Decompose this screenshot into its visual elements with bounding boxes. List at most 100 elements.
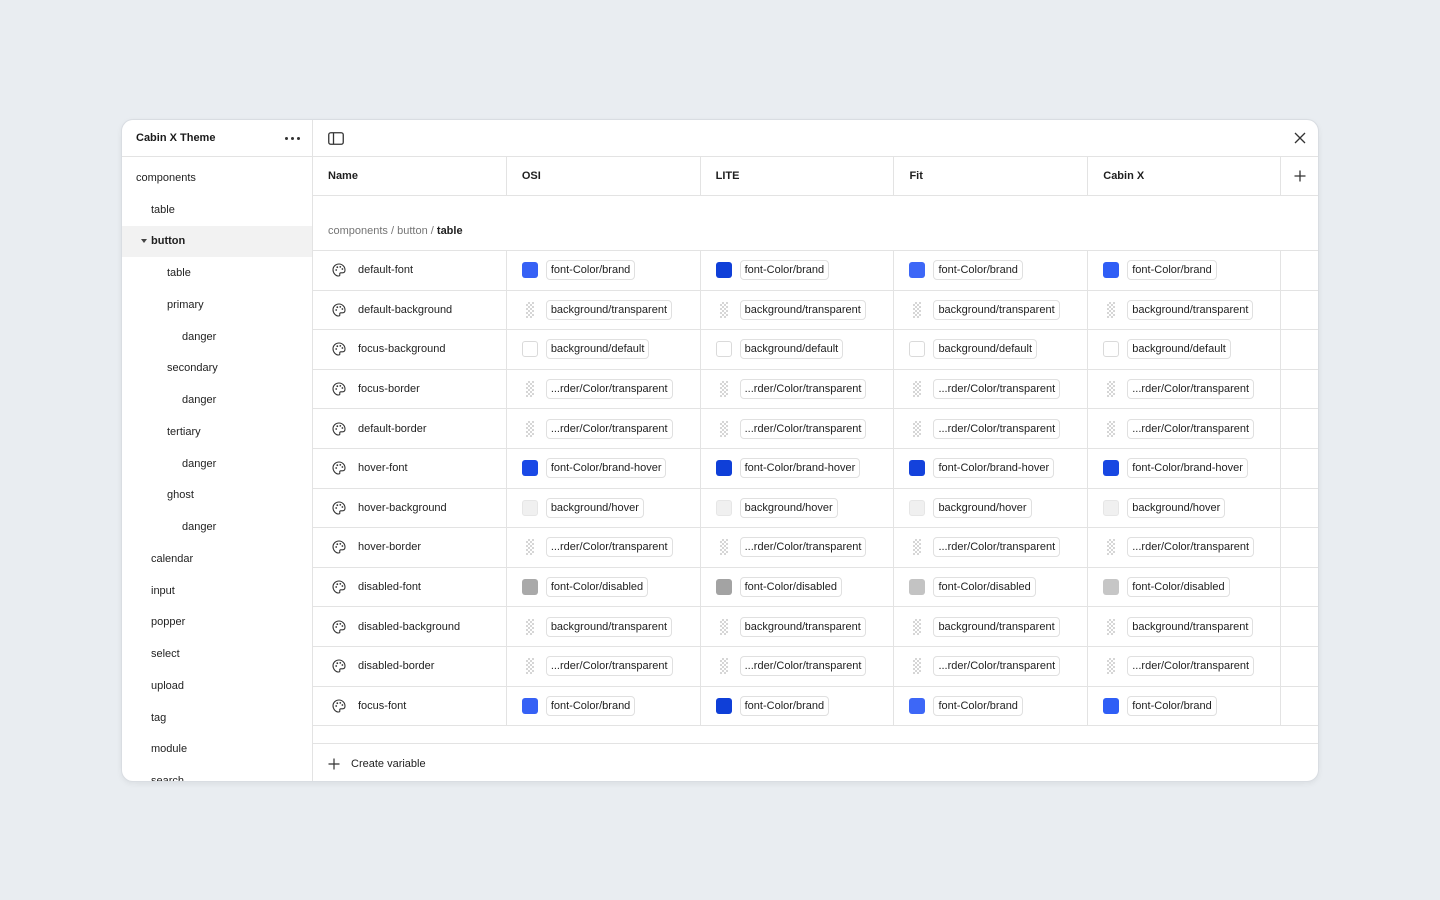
variable-name-cell[interactable]: hover-font [313,448,507,488]
alias-pill[interactable]: ...rder/Color/transparent [739,537,867,558]
variable-value-cell[interactable]: font-Color/disabled [701,567,895,607]
variable-name-cell[interactable]: default-font [313,251,507,290]
variable-value-cell[interactable]: background/transparent [507,290,701,330]
table-row[interactable]: focus-background background/default backgr… [313,330,1318,370]
variable-value-cell[interactable]: font-Color/disabled [507,567,701,607]
alias-pill[interactable]: ...rder/Color/transparent [1127,537,1255,558]
variable-value-cell[interactable]: background/transparent [701,290,895,330]
tree-item[interactable]: input [122,575,312,607]
variable-value-cell[interactable]: font-Color/brand [701,686,895,726]
more-horizontal-icon[interactable] [281,133,304,144]
tree-item[interactable]: primary [122,289,312,321]
color-swatch[interactable] [1103,499,1120,516]
table-row[interactable]: disabled-border ...rder/Color/transparent… [313,646,1318,687]
variable-value-cell[interactable]: font-Color/brand-hover [701,448,895,488]
alias-pill[interactable]: font-Color/brand [739,695,830,716]
alias-pill[interactable]: font-Color/brand [545,695,636,716]
alias-pill[interactable]: font-Color/disabled [545,577,649,598]
variable-name-cell[interactable]: disabled-border [313,646,507,686]
color-swatch[interactable] [715,499,732,516]
variable-name-cell[interactable]: disabled-background [313,607,507,646]
color-swatch[interactable] [715,579,732,596]
transparent-swatch-icon[interactable] [1103,381,1119,398]
alias-pill[interactable]: font-Color/disabled [1127,577,1230,598]
variable-value-cell[interactable]: font-Color/brand [1088,686,1282,726]
variable-value-cell[interactable]: background/transparent [701,607,895,646]
create-variable-button[interactable]: Create variable [313,743,1318,781]
variable-value-cell[interactable]: background/default [894,330,1089,369]
variable-value-cell[interactable]: font-Color/brand [894,686,1089,726]
variable-value-cell[interactable]: font-Color/brand [507,686,701,726]
transparent-swatch-icon[interactable] [716,420,732,437]
column-header-mode[interactable]: OSI [507,157,701,195]
tree-item[interactable]: ghost [122,480,312,512]
alias-pill[interactable]: ...rder/Color/transparent [739,379,867,400]
transparent-swatch-icon[interactable] [1103,301,1119,318]
color-swatch[interactable] [909,341,926,358]
color-swatch[interactable] [521,499,538,516]
variable-value-cell[interactable]: font-Color/brand-hover [1088,448,1282,488]
alias-pill[interactable]: font-Color/brand-hover [933,458,1055,479]
variable-name-cell[interactable]: focus-border [313,369,507,409]
breadcrumb-item[interactable]: components [328,225,388,237]
color-swatch[interactable] [909,697,926,714]
alias-pill[interactable]: background/transparent [933,299,1060,320]
alias-pill[interactable]: font-Color/brand [739,260,830,281]
tree-item[interactable]: components [122,162,312,194]
close-icon[interactable] [1294,132,1306,144]
transparent-swatch-icon[interactable] [909,420,925,437]
variable-value-cell[interactable]: ...rder/Color/transparent [1088,528,1282,567]
variable-value-cell[interactable]: font-Color/disabled [894,567,1089,607]
variable-value-cell[interactable]: background/transparent [894,290,1089,330]
alias-pill[interactable]: background/transparent [933,616,1060,637]
color-swatch[interactable] [521,341,538,358]
transparent-swatch-icon[interactable] [909,658,925,675]
variable-value-cell[interactable]: ...rder/Color/transparent [507,646,701,686]
transparent-swatch-icon[interactable] [716,539,732,556]
transparent-swatch-icon[interactable] [1103,420,1119,437]
transparent-swatch-icon[interactable] [716,381,732,398]
variable-value-cell[interactable]: ...rder/Color/transparent [1088,369,1282,409]
tree-item[interactable]: danger [122,448,312,480]
variable-value-cell[interactable]: background/transparent [507,607,701,646]
color-swatch[interactable] [909,460,926,477]
variable-value-cell[interactable]: ...rder/Color/transparent [1088,409,1282,448]
tree-item[interactable]: table [122,194,312,226]
table-row[interactable]: focus-border ...rder/Color/transparent...… [313,369,1318,410]
table-row[interactable]: default-background background/transparent… [313,290,1318,331]
color-swatch[interactable] [1103,579,1120,596]
transparent-swatch-icon[interactable] [522,381,538,398]
transparent-swatch-icon[interactable] [1103,658,1119,675]
caret-down-icon[interactable] [141,239,147,244]
tree-item[interactable]: upload [122,670,312,702]
variable-value-cell[interactable]: background/default [507,330,701,369]
alias-pill[interactable]: ...rder/Color/transparent [1127,418,1255,439]
color-swatch[interactable] [715,341,732,358]
tree-item[interactable]: danger [122,321,312,353]
column-header-mode[interactable]: Cabin X [1088,157,1282,195]
alias-pill[interactable]: font-Color/brand [1127,260,1217,281]
transparent-swatch-icon[interactable] [909,618,925,635]
alias-pill[interactable]: background/hover [1127,497,1226,518]
variable-value-cell[interactable]: ...rder/Color/transparent [701,646,895,686]
alias-pill[interactable]: background/transparent [739,299,866,320]
table-row[interactable]: hover-background background/hover backgrou… [313,488,1318,529]
color-swatch[interactable] [909,262,926,279]
color-swatch[interactable] [909,579,926,596]
alias-pill[interactable]: background/transparent [739,616,866,637]
alias-pill[interactable]: background/transparent [545,616,672,637]
variable-value-cell[interactable]: ...rder/Color/transparent [894,646,1089,686]
alias-pill[interactable]: font-Color/brand-hover [739,458,861,479]
column-header-mode[interactable]: LITE [701,157,895,195]
transparent-swatch-icon[interactable] [1103,539,1119,556]
variable-value-cell[interactable]: background/default [1088,330,1282,369]
alias-pill[interactable]: font-Color/brand-hover [1127,458,1248,479]
breadcrumb-item[interactable]: button [397,225,428,237]
transparent-swatch-icon[interactable] [1103,618,1119,635]
alias-pill[interactable]: font-Color/disabled [739,577,842,598]
variable-value-cell[interactable]: font-Color/brand [1088,251,1282,290]
alias-pill[interactable]: ...rder/Color/transparent [933,656,1061,677]
alias-pill[interactable]: font-Color/brand [933,260,1023,281]
tree-item[interactable]: popper [122,607,312,639]
column-header-mode[interactable]: Fit [894,157,1089,195]
